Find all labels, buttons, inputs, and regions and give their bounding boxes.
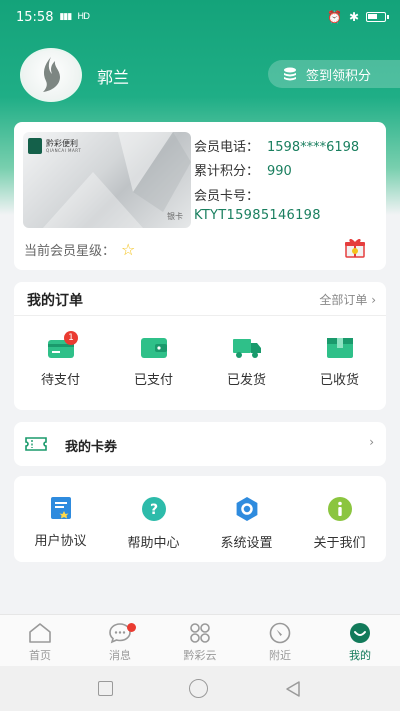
bottom-tab-bar: 首页 消息 黔彩云 附近 我的 — [0, 614, 400, 666]
member-card-no-row: 会员卡号： — [194, 185, 259, 204]
my-coupons-label: 我的卡券 — [65, 440, 118, 455]
status-time: 15:58 — [16, 9, 54, 25]
member-phone-row: 会员电话： 1598****6198 — [194, 136, 359, 155]
tab-home-label: 首页 — [29, 649, 51, 662]
order-status-grid: 1 待支付 已支付 已发货 已收货 — [14, 331, 386, 388]
chevron-right-icon: › — [369, 435, 374, 449]
member-star-row: 当前会员星级： ☆ — [24, 240, 135, 259]
order-received-label: 已收货 — [319, 373, 359, 388]
all-orders-link[interactable]: 全部订单 › — [319, 291, 376, 308]
card-no-value: KTYT15985146198 — [194, 208, 321, 223]
tab-messages-label: 消息 — [109, 649, 131, 662]
recent-apps-icon[interactable] — [98, 681, 113, 696]
network-label: HD — [77, 12, 90, 22]
tab-mine-label: 我的 — [349, 649, 371, 662]
service-help-center-label: 帮助中心 — [127, 536, 180, 551]
service-system-settings-label: 系统设置 — [220, 536, 273, 551]
orders-title: 我的订单 — [27, 293, 83, 309]
checkin-button[interactable]: 签到领积分 — [268, 60, 400, 88]
system-navigation-bar — [0, 666, 400, 711]
help-icon: ? — [141, 497, 166, 521]
service-user-agreement[interactable]: 用户协议 — [14, 496, 107, 551]
home-icon — [29, 623, 51, 643]
package-icon — [326, 338, 353, 358]
services-card: 用户协议 ? 帮助中心 系统设置 关于我们 — [14, 476, 386, 562]
service-help-center[interactable]: ? 帮助中心 — [107, 496, 200, 551]
tab-qiancai-cloud-label: 黔彩云 — [183, 649, 217, 662]
back-icon[interactable] — [284, 680, 302, 698]
agreement-icon — [50, 497, 71, 519]
points-label: 累计积分： — [194, 164, 260, 179]
message-dot-badge — [127, 623, 136, 632]
bluetooth-icon: ✱ — [348, 10, 359, 24]
orders-card: 我的订单 全部订单 › 1 待支付 已支付 已发货 已收货 — [14, 282, 386, 410]
member-card: 黔彩便利 QIANCAI MART 银卡 会员电话： 1598****6198 累… — [14, 122, 386, 270]
ticket-icon — [25, 437, 47, 451]
card-brand-name: 黔彩便利 — [46, 138, 78, 148]
tab-nearby[interactable]: 附近 — [240, 615, 320, 666]
flame-logo-icon — [43, 57, 60, 92]
membership-card-image[interactable]: 黔彩便利 QIANCAI MART 银卡 — [23, 132, 191, 228]
order-paid[interactable]: 已支付 — [107, 337, 200, 388]
points-value: 990 — [267, 164, 292, 179]
order-shipped[interactable]: 已发货 — [200, 337, 293, 388]
order-pending-payment[interactable]: 1 待支付 — [14, 331, 107, 388]
checkin-label: 签到领积分 — [306, 68, 372, 84]
alarm-icon: ⏰ — [326, 10, 342, 24]
user-name: 郭兰 — [97, 68, 130, 87]
card-no-label: 会员卡号： — [194, 189, 260, 204]
tab-messages[interactable]: 消息 — [80, 615, 160, 666]
pending-payment-badge: 1 — [64, 331, 78, 345]
my-coupons-row[interactable]: 我的卡券 › — [14, 422, 386, 466]
cloud-grid-icon — [190, 623, 210, 643]
service-system-settings[interactable]: 系统设置 — [200, 496, 293, 551]
tab-qiancai-cloud[interactable]: 黔彩云 — [160, 615, 240, 666]
card-brand-sub: QIANCAI MART — [46, 147, 82, 153]
order-paid-label: 已支付 — [133, 373, 173, 388]
gift-icon[interactable] — [344, 236, 366, 258]
card-level: 银卡 — [167, 212, 183, 221]
star-label: 当前会员星级： — [24, 244, 116, 259]
truck-icon — [232, 339, 261, 358]
tab-home[interactable]: 首页 — [0, 615, 80, 666]
svg-text:?: ? — [149, 502, 157, 518]
service-user-agreement-label: 用户协议 — [34, 534, 87, 549]
order-received[interactable]: 已收货 — [293, 337, 386, 388]
star-icon: ☆ — [121, 240, 136, 259]
signal-icon: ▮▮▮ — [59, 12, 72, 22]
order-shipped-label: 已发货 — [226, 373, 266, 388]
service-about-us[interactable]: 关于我们 — [293, 496, 386, 551]
info-icon — [327, 497, 352, 521]
battery-icon — [366, 12, 389, 22]
card-brand: 黔彩便利 QIANCAI MART — [28, 138, 81, 154]
phone-value: 1598****6198 — [267, 140, 360, 155]
compass-icon — [269, 622, 291, 644]
coins-icon — [284, 67, 296, 81]
wallet-icon — [140, 338, 167, 358]
order-pending-payment-label: 待支付 — [40, 373, 80, 388]
member-points-row: 累计积分： 990 — [194, 160, 292, 179]
home-button-icon[interactable] — [189, 679, 208, 698]
divider — [14, 315, 386, 316]
phone-label: 会员电话： — [194, 140, 260, 155]
profile-icon — [350, 623, 370, 643]
service-grid: 用户协议 ? 帮助中心 系统设置 关于我们 — [14, 496, 386, 551]
tab-nearby-label: 附近 — [269, 649, 291, 662]
service-about-us-label: 关于我们 — [313, 536, 366, 551]
status-bar: 15:58 ▮▮▮ HD ⏰ ✱ — [0, 0, 400, 34]
tab-mine[interactable]: 我的 — [320, 615, 400, 666]
brand-logo-icon — [28, 138, 42, 154]
settings-icon — [236, 497, 257, 521]
avatar[interactable] — [20, 48, 82, 102]
